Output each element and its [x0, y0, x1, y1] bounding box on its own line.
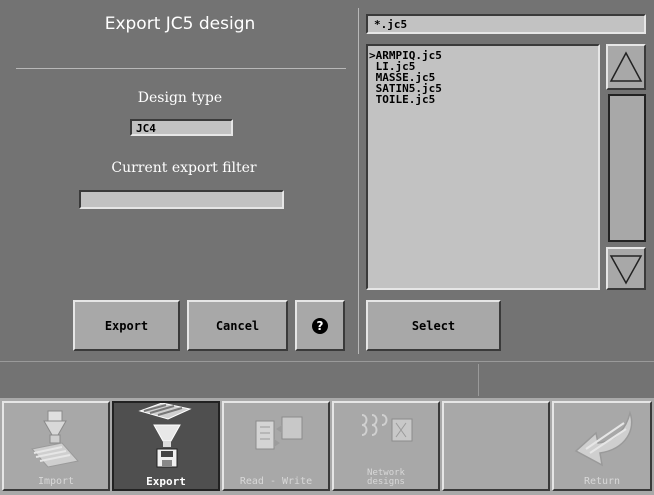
toolbar-return[interactable]: Return — [552, 401, 652, 491]
toolbar-export[interactable]: Export — [112, 401, 220, 491]
design-type-field[interactable]: JC4 — [130, 119, 233, 136]
export-filter-field[interactable] — [79, 190, 284, 209]
toolbar-network-designs[interactable]: Network designs — [332, 401, 440, 491]
return-icon — [574, 410, 633, 467]
panel-divider — [358, 8, 359, 354]
design-type-label: Design type — [137, 90, 223, 106]
toolbar-empty-slot — [442, 401, 550, 491]
cancel-button[interactable]: Cancel — [187, 300, 288, 351]
status-field-right — [484, 366, 648, 394]
network-designs-icon — [361, 414, 413, 442]
help-icon: ? — [312, 317, 328, 334]
export-icon — [138, 403, 192, 468]
list-item[interactable]: TOILE.jc5 — [369, 94, 597, 105]
triangle-down-icon — [609, 254, 643, 285]
file-list[interactable]: >ARMPIQ.jc5 LI.jc5 MASSE.jc5 SATIN5.jc5 … — [366, 44, 600, 290]
toolbar-export-label: Export — [146, 475, 186, 488]
status-top-line — [0, 361, 654, 362]
scroll-thumb[interactable] — [608, 94, 646, 242]
select-button[interactable]: Select — [366, 300, 501, 351]
scroll-down-button[interactable] — [606, 247, 646, 290]
import-icon — [31, 410, 79, 468]
toolbar-import[interactable]: Import — [2, 401, 110, 491]
dialog-title: Export JC5 design — [104, 14, 256, 34]
file-filter-field[interactable]: *.jc5 — [366, 14, 646, 34]
read-write-icon — [255, 416, 303, 450]
bottom-toolbar: Import Export Read - Write Network desig… — [0, 398, 654, 495]
toolbar-read-write[interactable]: Read - Write — [222, 401, 330, 491]
toolbar-network-designs-label: Network designs — [367, 468, 405, 487]
toolbar-read-write-label: Read - Write — [239, 476, 313, 487]
export-button[interactable]: Export — [73, 300, 180, 351]
status-field-left — [8, 366, 468, 394]
status-divider — [478, 364, 479, 396]
title-divider — [16, 68, 346, 69]
triangle-up-icon — [609, 51, 643, 82]
toolbar-import-label: Import — [37, 476, 75, 487]
export-filter-label: Current export filter — [111, 160, 257, 176]
help-button[interactable]: ? — [295, 300, 345, 351]
toolbar-return-label: Return — [583, 476, 621, 487]
scroll-up-button[interactable] — [606, 44, 646, 90]
